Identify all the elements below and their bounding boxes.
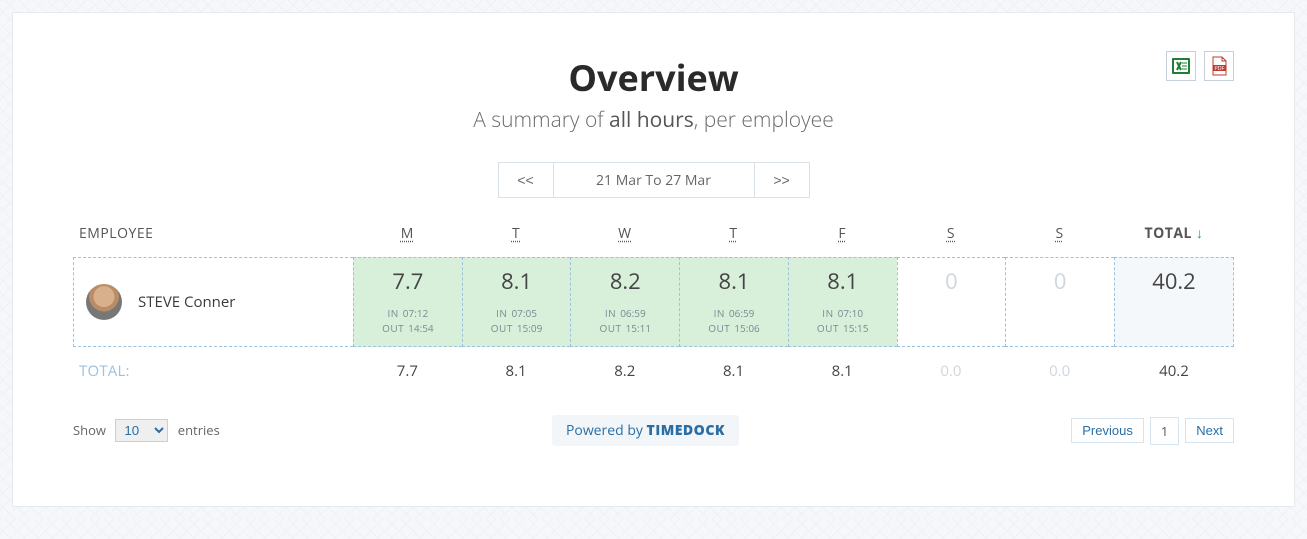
svg-text:PDF: PDF [1215,66,1225,72]
day-cell-wed[interactable]: 8.2 IN06:59 OUT15:11 [570,257,679,347]
total-value: 40.2 [1119,266,1229,296]
table-footer: Show 102550100 entries Powered by TIMEDO… [73,415,1234,446]
hours-value: 8.2 [575,266,675,296]
entries-select[interactable]: 102550100 [115,419,168,442]
date-prev-button[interactable]: << [498,162,554,198]
day-cell-thu[interactable]: 8.1 IN06:59 OUT15:06 [679,257,788,347]
brand-name: TIMEDOCK [647,421,726,440]
page-subtitle: A summary of all hours, per employee [73,106,1234,134]
day-cell-sat[interactable]: 0 [897,257,1006,347]
inout: IN06:59 OUT15:06 [684,306,784,336]
total-cell: 40.2 [1114,257,1234,347]
day-cell-tue[interactable]: 8.1 IN07:05 OUT15:09 [462,257,571,347]
hours-value: 8.1 [467,266,567,296]
totals-label: TOTAL: [73,347,353,387]
show-label-pre: Show [73,421,106,439]
day-cell-fri[interactable]: 8.1 IN07:10 OUT15:15 [788,257,897,347]
export-pdf-button[interactable]: PDF [1204,51,1234,81]
total-wed: 8.2 [570,347,679,387]
total-fri: 8.1 [788,347,897,387]
col-header-sun: S [1005,216,1114,257]
export-buttons: PDF [1166,51,1234,81]
page-prev-button[interactable]: Previous [1071,418,1144,443]
total-sun: 0.0 [1005,347,1114,387]
show-label-post: entries [178,421,220,439]
inout: IN07:05 OUT15:09 [467,306,567,336]
col-header-mon: M [353,216,462,257]
pagination: Previous 1 Next [1071,417,1234,445]
hours-value: 0 [1010,266,1110,296]
subtitle-post: , per employee [694,106,834,134]
inout: IN06:59 OUT15:11 [575,306,675,336]
entries-selector: Show 102550100 entries [73,419,220,442]
export-excel-button[interactable] [1166,51,1196,81]
total-mon: 7.7 [353,347,462,387]
powered-by[interactable]: Powered by TIMEDOCK [552,415,739,446]
total-grand: 40.2 [1114,347,1234,387]
hours-value: 0 [902,266,1002,296]
excel-icon [1171,56,1191,76]
col-header-total[interactable]: TOTAL↓ [1114,216,1234,257]
hours-value: 7.7 [358,266,458,296]
total-sat: 0.0 [897,347,1006,387]
timesheet-table: EMPLOYEE M T W T F S S TOTAL↓ STEVE Conn… [73,216,1234,387]
col-header-wed: W [570,216,679,257]
day-cell-sun[interactable]: 0 [1005,257,1114,347]
col-header-tue: T [462,216,571,257]
inout: IN07:12 OUT14:54 [358,306,458,336]
col-header-employee: EMPLOYEE [73,216,353,257]
subtitle-pre: A summary of [473,106,609,134]
sort-down-icon: ↓ [1196,224,1204,243]
page-next-button[interactable]: Next [1185,418,1234,443]
page-number: 1 [1150,417,1179,445]
subtitle-bold: all hours [609,106,694,134]
employee-cell[interactable]: STEVE Conner [73,257,353,347]
date-range-label: 21 Mar To 27 Mar [554,162,754,198]
powered-pre: Powered by [566,421,647,440]
total-tue: 8.1 [462,347,571,387]
total-thu: 8.1 [679,347,788,387]
date-next-button[interactable]: >> [754,162,810,198]
avatar [86,284,122,320]
pdf-icon: PDF [1209,56,1229,76]
day-cell-mon[interactable]: 7.7 IN07:12 OUT14:54 [353,257,462,347]
page-title: Overview [73,53,1234,102]
col-header-thu: T [679,216,788,257]
date-navigator: << 21 Mar To 27 Mar >> [73,162,1234,198]
inout: IN07:10 OUT15:15 [793,306,893,336]
employee-name: STEVE Conner [138,292,235,312]
col-header-fri: F [788,216,897,257]
hours-value: 8.1 [684,266,784,296]
col-header-sat: S [897,216,1006,257]
hours-value: 8.1 [793,266,893,296]
overview-card: PDF Overview A summary of all hours, per… [12,12,1295,507]
